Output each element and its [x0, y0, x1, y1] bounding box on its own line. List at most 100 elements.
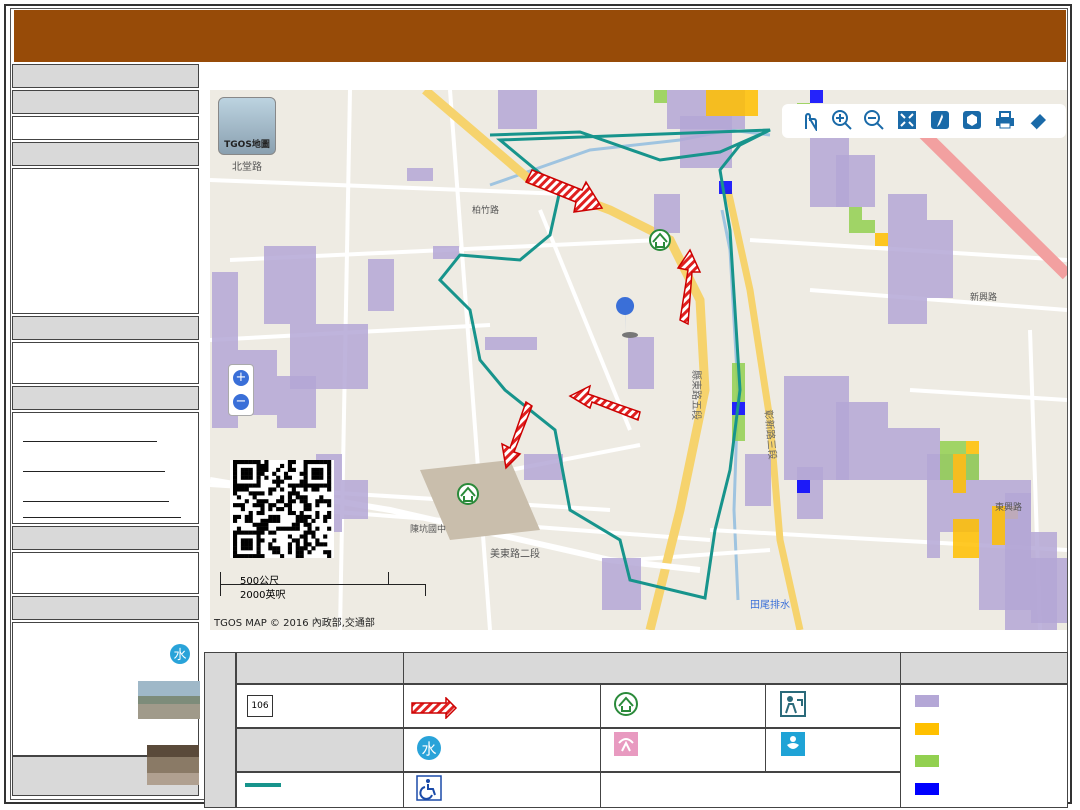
qr-module	[244, 460, 249, 465]
qr-module	[299, 471, 304, 476]
qr-module	[307, 483, 312, 488]
qr-module	[268, 503, 273, 508]
qr-module	[272, 503, 277, 508]
qr-module	[287, 495, 292, 500]
qr-module	[299, 550, 304, 555]
qr-module	[291, 460, 296, 465]
qr-module	[236, 460, 242, 465]
qr-module	[272, 514, 277, 519]
tgos-logo[interactable]: TGOS地圖	[218, 97, 276, 155]
qr-module	[303, 475, 308, 480]
zoom-out-icon[interactable]	[861, 107, 887, 133]
qr-module	[276, 514, 281, 519]
qr-module	[272, 538, 277, 543]
flood-cell	[407, 168, 433, 181]
svg-text:水: 水	[421, 740, 436, 758]
qr-module	[319, 475, 324, 480]
qr-module	[315, 483, 320, 488]
flood-cell	[602, 558, 641, 610]
qr-module	[280, 495, 285, 500]
qr-module	[315, 460, 320, 465]
map-zoom-out-button[interactable]: −	[233, 394, 249, 410]
qr-module	[264, 467, 269, 472]
qr-module	[233, 460, 238, 465]
map-zoom-in-button[interactable]: +	[233, 370, 249, 386]
water-legend-icon: 水	[417, 736, 441, 760]
flood-cell	[927, 454, 940, 558]
qr-module	[233, 550, 238, 555]
map-layer-icon[interactable]	[959, 107, 985, 133]
qr-module	[315, 503, 320, 508]
flood-cell	[836, 155, 875, 207]
qr-module	[233, 479, 238, 484]
svg-text:水: 水	[173, 648, 186, 663]
qr-module	[291, 538, 296, 543]
left-panel-header-4	[12, 316, 199, 340]
qr-module	[252, 503, 257, 508]
qr-module	[240, 530, 245, 535]
label-tianliao-water: 田尾排水	[750, 598, 790, 611]
legend-cell-flood-depth	[900, 684, 1068, 808]
qr-module	[287, 483, 292, 488]
qr-module	[287, 499, 292, 504]
qr-module	[283, 526, 289, 531]
map-view[interactable]: 北堂路 柏竹路 陳坑國中 美東路二段 田尾排水 東興路 新興路 縣東路五段 彰新…	[210, 90, 1067, 630]
qr-module	[327, 471, 332, 476]
qr-module	[327, 479, 332, 484]
qr-module	[252, 554, 257, 558]
qr-module	[287, 491, 292, 496]
qr-module	[268, 507, 273, 512]
qr-module	[315, 471, 320, 476]
qr-module	[311, 546, 316, 551]
qr-module	[248, 467, 253, 472]
qr-module	[311, 518, 316, 523]
qr-module	[287, 475, 292, 480]
qr-module	[260, 503, 265, 508]
qr-module	[248, 530, 253, 535]
qr-module	[256, 479, 261, 484]
qr-module	[268, 491, 273, 496]
qr-module	[303, 460, 308, 465]
flood-cell	[368, 259, 394, 311]
qr-module	[276, 546, 281, 551]
qr-module	[303, 538, 308, 543]
underline-3	[23, 501, 169, 502]
flood-cell	[433, 246, 459, 259]
eraser-icon[interactable]	[1025, 107, 1051, 133]
flood-cell	[680, 116, 732, 168]
qr-module	[233, 538, 238, 543]
qr-module	[327, 475, 332, 480]
flood-cell	[888, 194, 927, 324]
qr-module	[315, 499, 320, 504]
qr-module	[244, 554, 249, 558]
qr-module	[256, 499, 261, 504]
zoom-in-icon[interactable]	[829, 107, 855, 133]
print-icon[interactable]	[992, 107, 1018, 133]
qr-module	[272, 487, 277, 492]
qr-module	[307, 503, 312, 508]
shelter-legend-icon	[614, 692, 638, 716]
qr-module	[287, 507, 292, 512]
full-extent-icon[interactable]	[894, 107, 920, 133]
qr-module	[327, 514, 332, 519]
qr-module	[291, 526, 296, 531]
qr-module	[256, 475, 261, 480]
qr-module	[303, 518, 308, 523]
qr-module	[236, 503, 242, 508]
qr-module	[240, 546, 245, 551]
qr-module	[295, 542, 300, 547]
left-panel-header-1	[12, 64, 199, 88]
qr-module	[299, 518, 304, 523]
qr-module	[295, 491, 300, 496]
qr-module	[272, 546, 277, 551]
boundary-legend-line	[245, 783, 281, 787]
qr-module	[327, 487, 332, 492]
legend-header-1	[236, 652, 404, 684]
pan-hand-icon[interactable]	[796, 107, 822, 133]
qr-module	[299, 483, 304, 488]
qr-module	[299, 546, 304, 551]
qr-module	[264, 460, 269, 465]
taiwan-icon[interactable]	[927, 107, 953, 133]
flood-cell	[862, 220, 875, 233]
qr-module	[240, 503, 245, 508]
